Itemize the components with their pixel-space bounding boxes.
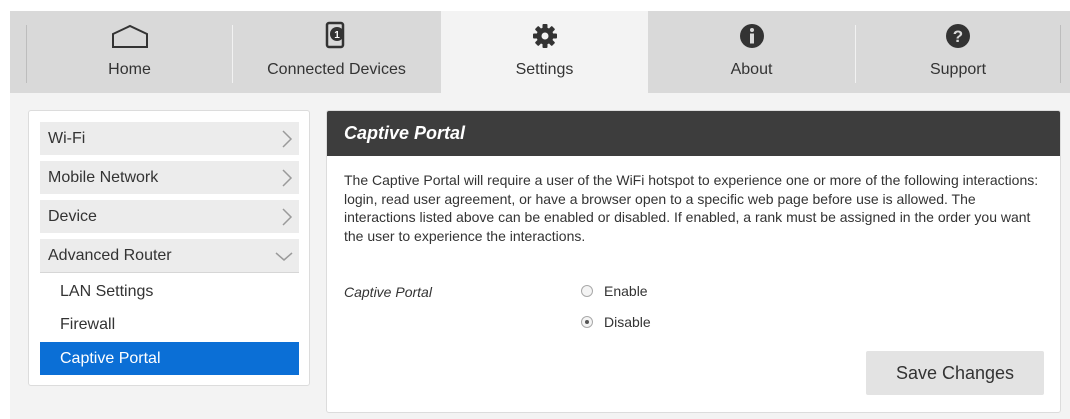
- sidebar-item-label: Mobile Network: [48, 168, 159, 186]
- sidebar-item-advanced-router[interactable]: Advanced Router: [40, 239, 299, 272]
- tab-support[interactable]: ? Support: [856, 11, 1060, 93]
- captive-portal-panel: Captive Portal The Captive Portal will r…: [326, 110, 1061, 413]
- disable-radio-label: Disable: [604, 314, 651, 330]
- info-icon: [739, 23, 765, 54]
- sidebar-item-lan-settings[interactable]: LAN Settings: [40, 275, 299, 308]
- tab-about[interactable]: About: [648, 11, 855, 93]
- tab-support-label: Support: [929, 61, 987, 78]
- sidebar-item-mobile-network[interactable]: Mobile Network: [40, 161, 299, 194]
- disable-radio-option[interactable]: Disable: [581, 314, 651, 330]
- device-count-badge: 1: [334, 30, 340, 41]
- enable-radio[interactable]: [581, 285, 593, 297]
- save-changes-button[interactable]: Save Changes: [866, 351, 1044, 395]
- nav-edge-right: [1060, 25, 1061, 83]
- sidebar-item-captive-portal[interactable]: Captive Portal: [40, 342, 299, 375]
- sidebar-item-device[interactable]: Device: [40, 200, 299, 233]
- tab-about-label: About: [730, 61, 773, 78]
- sidebar-subitem-label: Firewall: [60, 315, 116, 333]
- top-nav: Home 1 Connected Devices Settings About …: [10, 11, 1070, 93]
- tab-home-label: Home: [108, 61, 151, 78]
- gear-icon: [532, 23, 558, 54]
- panel-title: Captive Portal: [327, 111, 1060, 156]
- tab-home[interactable]: Home: [27, 11, 232, 93]
- sidebar-item-wifi[interactable]: Wi-Fi: [40, 122, 299, 155]
- captive-portal-field-label: Captive Portal: [344, 284, 432, 300]
- enable-radio-option[interactable]: Enable: [581, 283, 648, 299]
- chevron-right-icon: [281, 129, 293, 154]
- home-icon: [110, 23, 150, 54]
- disable-radio[interactable]: [581, 316, 593, 328]
- chevron-right-icon: [281, 168, 293, 193]
- sidebar-divider: [40, 272, 299, 273]
- help-icon: ?: [945, 23, 971, 54]
- tab-settings-label: Settings: [515, 61, 574, 78]
- sidebar-subitem-label: Captive Portal: [60, 349, 161, 367]
- sidebar-subitem-label: LAN Settings: [60, 282, 154, 300]
- tab-connected-devices-label: Connected Devices: [267, 61, 406, 78]
- sidebar-item-label: Wi-Fi: [48, 129, 86, 147]
- chevron-down-icon: [274, 250, 294, 268]
- sidebar-item-firewall[interactable]: Firewall: [40, 308, 299, 341]
- tab-settings[interactable]: Settings: [441, 11, 648, 93]
- svg-text:?: ?: [953, 27, 963, 46]
- panel-description: The Captive Portal will require a user o…: [344, 172, 1039, 244]
- settings-sidebar: Wi-Fi Mobile Network Device Advanced Rou…: [28, 110, 310, 386]
- sidebar-item-label: Advanced Router: [48, 246, 172, 264]
- sidebar-item-label: Device: [48, 207, 97, 225]
- enable-radio-label: Enable: [604, 283, 648, 299]
- tab-connected-devices[interactable]: 1 Connected Devices: [233, 11, 440, 93]
- connected-devices-icon: 1: [324, 21, 350, 54]
- chevron-right-icon: [281, 207, 293, 232]
